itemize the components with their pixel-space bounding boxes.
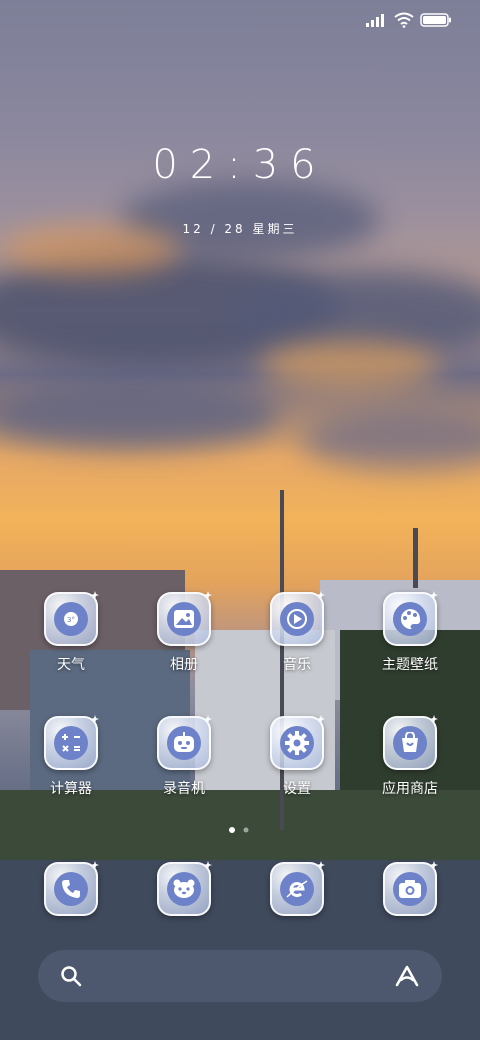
settings-icon — [280, 726, 314, 760]
page-indicator — [229, 827, 249, 833]
app-calculator[interactable]: 计算器 — [26, 715, 116, 798]
svg-text:3°: 3° — [67, 616, 75, 624]
assistant-icon[interactable] — [394, 964, 420, 988]
app-label: 主题壁纸 — [382, 657, 438, 673]
status-bar — [0, 0, 480, 40]
phone-icon — [54, 872, 88, 906]
camera-icon — [393, 872, 427, 906]
wifi-icon — [394, 12, 414, 28]
battery-icon — [420, 13, 451, 27]
app-label: 录音机 — [163, 781, 205, 797]
weather-icon: 3° — [54, 602, 88, 636]
app-music[interactable]: 音乐 — [252, 591, 342, 674]
app-label: 计算器 — [50, 781, 92, 797]
app-label: 天气 — [57, 657, 85, 673]
gallery-icon — [167, 602, 201, 636]
theme-icon — [393, 602, 427, 636]
dock-contacts[interactable] — [139, 861, 229, 916]
app-store[interactable]: 应用商店 — [365, 715, 455, 798]
app-label: 音乐 — [283, 657, 311, 673]
recorder-icon — [167, 726, 201, 760]
app-label: 设置 — [283, 781, 311, 797]
app-gallery[interactable]: 相册 — [139, 591, 229, 674]
app-label: 相册 — [170, 657, 198, 673]
calculator-icon — [54, 726, 88, 760]
clock: 02:36 — [152, 142, 328, 188]
date: 12 / 28 星期三 — [182, 222, 298, 236]
app-settings[interactable]: 设置 — [252, 715, 342, 798]
search-bar[interactable] — [38, 950, 442, 1002]
dock-camera[interactable] — [365, 861, 455, 916]
browser-icon — [280, 872, 314, 906]
dock-browser[interactable] — [252, 861, 342, 916]
signal-icon — [366, 14, 384, 27]
search-icon[interactable] — [60, 965, 82, 987]
app-label: 应用商店 — [382, 781, 438, 797]
dock-phone[interactable] — [26, 861, 116, 916]
app-weather[interactable]: 3° 天气 — [26, 591, 116, 674]
app-store-icon — [393, 726, 427, 760]
app-theme[interactable]: 主题壁纸 — [365, 591, 455, 674]
contacts-icon — [167, 872, 201, 906]
app-recorder[interactable]: 录音机 — [139, 715, 229, 798]
music-icon — [280, 602, 314, 636]
